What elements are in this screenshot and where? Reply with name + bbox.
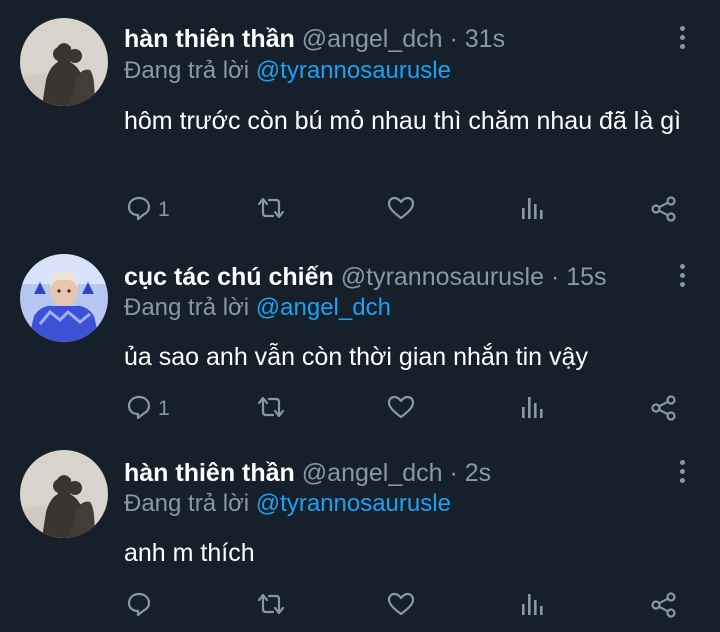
- reply-icon: [127, 395, 151, 420]
- reply-context: Đang trả lời @tyrannosaurusle: [124, 56, 451, 86]
- reply-to-mention[interactable]: @tyrannosaurusle: [256, 57, 451, 84]
- action-bar: [124, 591, 684, 621]
- display-name[interactable]: hàn thiên thần: [124, 459, 295, 487]
- tweet[interactable]: cục tác chú chiến @tyrannosaurusle · 15s…: [0, 240, 720, 436]
- handle[interactable]: @angel_dch: [302, 459, 443, 487]
- timestamp[interactable]: 31s: [465, 25, 505, 53]
- share-button[interactable]: [650, 591, 678, 621]
- handle[interactable]: @tyrannosaurusle: [341, 263, 544, 291]
- action-bar: 1: [124, 195, 684, 225]
- reply-context: Đang trả lời @angel_dch: [124, 293, 391, 323]
- share-button[interactable]: [650, 394, 678, 424]
- separator-dot: ·: [442, 459, 465, 487]
- retweet-button[interactable]: [256, 591, 286, 621]
- tweet[interactable]: hàn thiên thần @angel_dch · 2s Đang trả …: [0, 436, 720, 632]
- analytics-button[interactable]: [520, 394, 544, 424]
- tweet-text: hôm trước còn bú mỏ nhau thì chăm nhau đ…: [124, 107, 682, 135]
- like-icon: [387, 395, 415, 419]
- reply-prefix: Đang trả lời: [124, 57, 250, 84]
- tweet-header: hàn thiên thần @angel_dch · 2s: [124, 456, 491, 490]
- reply-button[interactable]: [126, 591, 152, 621]
- analytics-button[interactable]: [520, 195, 544, 225]
- display-name[interactable]: hàn thiên thần: [124, 25, 295, 53]
- tweet-header: hàn thiên thần @angel_dch · 31s: [124, 22, 505, 56]
- reply-count: 1: [158, 198, 170, 221]
- share-button[interactable]: [650, 195, 678, 225]
- share-icon: [651, 196, 676, 222]
- retweet-icon: [257, 197, 285, 219]
- tweet[interactable]: hàn thiên thần @angel_dch · 31s Đang trả…: [0, 0, 720, 240]
- like-icon: [387, 196, 415, 220]
- reply-button[interactable]: 1: [126, 394, 170, 424]
- like-button[interactable]: [387, 195, 415, 225]
- tweet-text: ủa sao anh vẫn còn thời gian nhắn tin vậ…: [124, 343, 588, 371]
- action-bar: 1: [124, 394, 684, 424]
- reply-icon: [127, 196, 151, 221]
- analytics-button[interactable]: [520, 591, 544, 621]
- avatar[interactable]: [20, 254, 108, 342]
- reply-prefix: Đang trả lời: [124, 490, 250, 517]
- timestamp[interactable]: 2s: [465, 459, 491, 487]
- more-icon[interactable]: [672, 458, 692, 488]
- reply-context: Đang trả lời @tyrannosaurusle: [124, 489, 451, 519]
- display-name[interactable]: cục tác chú chiến: [124, 263, 334, 291]
- reply-icon: [127, 592, 151, 617]
- reply-to-mention[interactable]: @angel_dch: [256, 294, 391, 321]
- more-icon[interactable]: [672, 262, 692, 292]
- reply-to-mention[interactable]: @tyrannosaurusle: [256, 490, 451, 517]
- tweet-text: anh m thích: [124, 539, 255, 567]
- like-button[interactable]: [387, 394, 415, 424]
- like-button[interactable]: [387, 591, 415, 621]
- like-icon: [387, 592, 415, 616]
- reply-prefix: Đang trả lời: [124, 294, 250, 321]
- retweet-button[interactable]: [256, 195, 286, 225]
- tweet-header: cục tác chú chiến @tyrannosaurusle · 15s: [124, 260, 607, 294]
- reply-button[interactable]: 1: [126, 195, 170, 225]
- timestamp[interactable]: 15s: [566, 263, 606, 291]
- handle[interactable]: @angel_dch: [302, 25, 443, 53]
- retweet-button[interactable]: [256, 394, 286, 424]
- avatar[interactable]: [20, 450, 108, 538]
- separator-dot: ·: [544, 263, 567, 291]
- analytics-icon: [522, 198, 543, 219]
- analytics-icon: [522, 397, 543, 418]
- share-icon: [651, 395, 676, 421]
- separator-dot: ·: [442, 25, 465, 53]
- retweet-icon: [257, 593, 285, 615]
- retweet-icon: [257, 396, 285, 418]
- reply-count: 1: [158, 397, 170, 420]
- more-icon[interactable]: [672, 24, 692, 54]
- avatar[interactable]: [20, 18, 108, 106]
- analytics-icon: [522, 594, 543, 615]
- share-icon: [651, 592, 676, 618]
